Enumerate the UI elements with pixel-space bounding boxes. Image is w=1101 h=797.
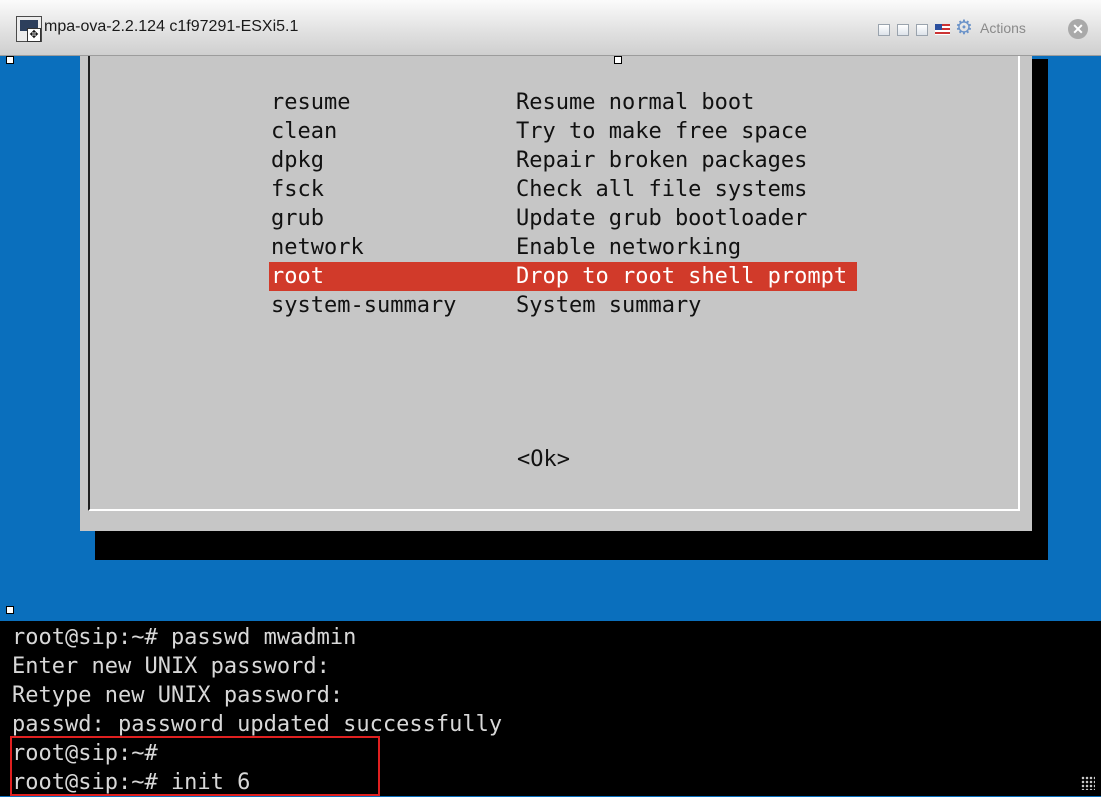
menu-item-clean[interactable]: clean Try to make free space bbox=[269, 117, 857, 146]
menu-item-description: Update grub bootloader bbox=[516, 206, 808, 231]
terminal-output: root@sip:~# passwd mwadmin Enter new UNIX… bbox=[0, 621, 1101, 796]
menu-item-tag: dpkg bbox=[271, 148, 324, 173]
recovery-menu-list: resume Resume normal boot clean Try to make… bbox=[269, 88, 857, 320]
menu-item-description: Drop to root shell prompt bbox=[516, 264, 848, 289]
menu-item-system-summary[interactable]: system-summary System summary bbox=[269, 291, 857, 320]
vm-console[interactable]: resume Resume normal boot clean Try to make… bbox=[0, 56, 1101, 796]
move-icon[interactable]: ✥ bbox=[27, 28, 41, 42]
menu-item-description: Enable networking bbox=[516, 235, 742, 260]
menu-item-tag: fsck bbox=[271, 177, 324, 202]
terminal-line: root@sip:~# bbox=[12, 741, 158, 766]
menu-item-root[interactable]: root Drop to root shell prompt bbox=[269, 262, 857, 291]
menu-item-tag: system-summary bbox=[271, 293, 457, 318]
resize-grip-icon[interactable] bbox=[1081, 776, 1095, 790]
menu-item-tag: resume bbox=[271, 90, 351, 115]
menu-item-description: Try to make free space bbox=[516, 119, 808, 144]
window-titlebar: ✥ mpa-ova-2.2.124 c1f97291-ESXi5.1 ⚙ Act… bbox=[0, 0, 1101, 56]
window-title: mpa-ova-2.2.124 c1f97291-ESXi5.1 bbox=[44, 18, 299, 35]
us-flag-icon[interactable] bbox=[935, 24, 950, 35]
terminal-line: passwd: password updated successfully bbox=[12, 712, 503, 737]
menu-item-description: Check all file systems bbox=[516, 177, 808, 202]
vm-console-icon: ✥ bbox=[16, 16, 42, 42]
menu-item-network[interactable]: network Enable networking bbox=[269, 233, 857, 262]
minimize-icon[interactable] bbox=[878, 24, 890, 36]
terminal-line: Enter new UNIX password: bbox=[12, 654, 330, 679]
menu-item-description: Repair broken packages bbox=[516, 148, 808, 173]
menu-item-tag: grub bbox=[271, 206, 324, 231]
maximize-icon[interactable] bbox=[916, 24, 928, 36]
menu-item-description: System summary bbox=[516, 293, 702, 318]
menu-item-fsck[interactable]: fsck Check all file systems bbox=[269, 175, 857, 204]
menu-item-dpkg[interactable]: dpkg Repair broken packages bbox=[269, 146, 857, 175]
ok-button[interactable]: <Ok> bbox=[517, 445, 570, 474]
restore-icon[interactable] bbox=[897, 24, 909, 36]
terminal-line: root@sip:~# passwd mwadmin bbox=[12, 625, 357, 650]
selection-handle[interactable] bbox=[614, 56, 622, 64]
close-icon[interactable]: ✕ bbox=[1068, 19, 1088, 39]
selection-handle[interactable] bbox=[6, 606, 14, 614]
menu-item-grub[interactable]: grub Update grub bootloader bbox=[269, 204, 857, 233]
menu-item-tag: network bbox=[271, 235, 364, 260]
gear-icon[interactable]: ⚙ bbox=[955, 18, 973, 38]
terminal-line: root@sip:~# init 6 bbox=[12, 770, 251, 795]
selection-handle[interactable] bbox=[6, 56, 14, 64]
menu-item-resume[interactable]: resume Resume normal boot bbox=[269, 88, 857, 117]
recovery-menu-dialog: resume Resume normal boot clean Try to make… bbox=[80, 56, 1032, 531]
actions-menu[interactable]: Actions bbox=[980, 20, 1026, 36]
menu-item-tag: clean bbox=[271, 119, 338, 144]
menu-item-tag: root bbox=[271, 264, 324, 289]
terminal-line: Retype new UNIX password: bbox=[12, 683, 344, 708]
menu-item-description: Resume normal boot bbox=[516, 90, 755, 115]
